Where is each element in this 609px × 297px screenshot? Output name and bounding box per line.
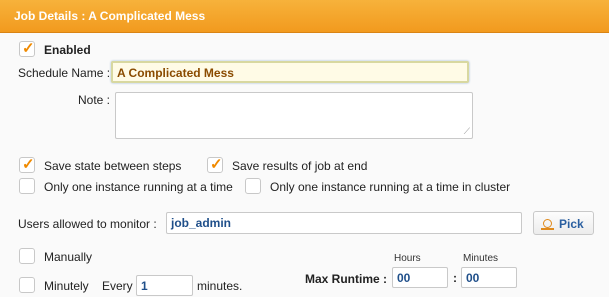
panel-title: Job Details : A Complicated Mess [14,9,206,23]
one-instance-checkbox[interactable] [19,178,35,194]
check-icon: ✓ [210,156,223,173]
minutes-unit-label: minutes. [197,279,243,293]
minutely-label: Minutely [44,279,89,293]
minutes-header: Minutes [463,253,499,264]
pick-button-label: Pick [559,217,584,231]
one-instance-cluster-label: Only one instance running at a time in c… [270,180,511,194]
user-icon-base [541,228,554,230]
check-icon: ✓ [22,40,35,57]
user-icon [543,219,552,228]
max-runtime-minutes-value: 00 [466,271,480,285]
resize-handle-icon[interactable]: ⟋ [464,126,470,137]
enabled-checkbox[interactable]: ✓ [19,40,35,57]
manually-checkbox[interactable] [19,248,35,264]
minutely-every-input[interactable]: 1 [136,275,193,296]
save-results-checkbox[interactable]: ✓ [207,156,223,173]
max-runtime-minutes-input[interactable]: 00 [461,267,517,288]
every-label: Every [102,279,133,293]
schedule-name-input[interactable]: A Complicated Mess [111,61,469,83]
note-textarea[interactable]: ⟋ [115,92,473,139]
schedule-name-label: Schedule Name : [18,66,111,80]
manually-label: Manually [44,250,93,264]
users-monitor-input[interactable]: job_admin [166,212,522,234]
save-state-checkbox[interactable]: ✓ [19,156,35,173]
users-monitor-value: job_admin [171,216,232,230]
panel-header: Job Details : A Complicated Mess [0,0,609,33]
minutely-every-value: 1 [141,279,148,293]
hours-header: Hours [394,253,421,264]
enabled-label: Enabled [44,43,91,57]
one-instance-cluster-checkbox[interactable] [245,178,261,194]
note-label: Note : [78,93,111,107]
check-icon: ✓ [22,156,35,173]
one-instance-label: Only one instance running at a time [44,180,233,194]
save-state-label: Save state between steps [44,159,182,173]
schedule-name-value: A Complicated Mess [117,66,234,80]
max-runtime-label: Max Runtime : [305,272,388,286]
minutely-checkbox[interactable] [19,277,35,293]
time-separator: : [453,271,457,285]
max-runtime-hours-value: 00 [397,271,411,285]
save-results-label: Save results of job at end [232,159,368,173]
pick-button[interactable]: Pick [533,211,594,235]
max-runtime-hours-input[interactable]: 00 [392,267,448,288]
users-monitor-label: Users allowed to monitor : [18,217,157,231]
